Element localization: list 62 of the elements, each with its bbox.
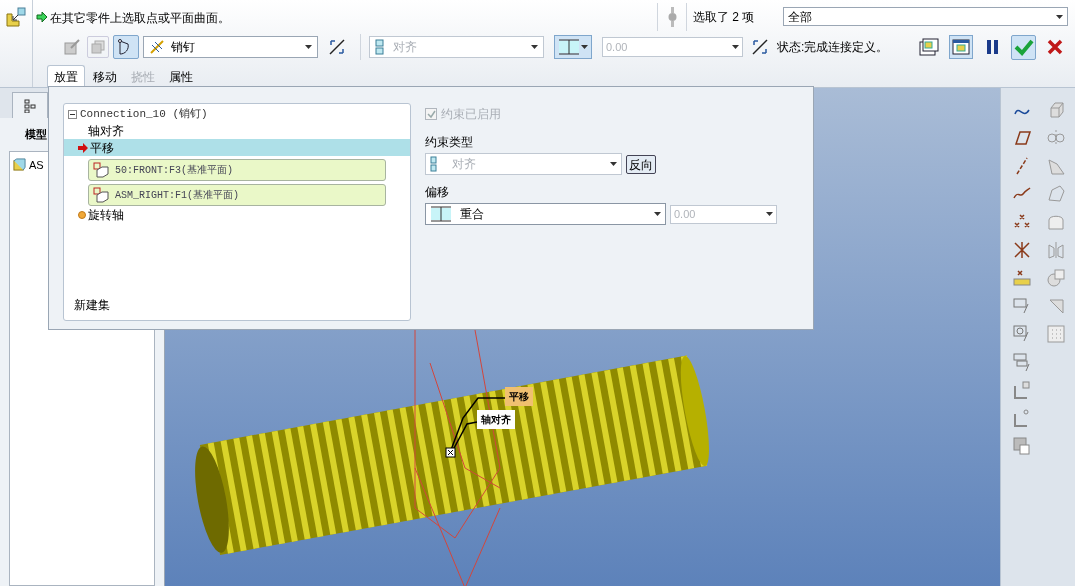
align-icon xyxy=(375,39,385,56)
confirm-icon[interactable] xyxy=(1011,34,1036,60)
coordinate-system-icon[interactable] xyxy=(1012,240,1032,260)
model-tree-tab[interactable] xyxy=(12,92,48,118)
prompt-message: 在其它零件上选取点或平面曲面。 xyxy=(50,10,230,27)
dropdown-arrow-icon xyxy=(610,162,617,166)
preview-icon[interactable] xyxy=(949,35,973,60)
selection-count: 选取了 2 项 xyxy=(693,8,756,26)
connection-icon[interactable] xyxy=(113,35,139,60)
new-set-link[interactable]: 新建集 xyxy=(64,296,410,320)
part-icon xyxy=(13,158,26,172)
pattern-icon[interactable] xyxy=(1046,324,1066,344)
pause-icon[interactable] xyxy=(987,40,999,55)
datum-plane-icon xyxy=(93,187,109,203)
arrow-icon xyxy=(36,10,48,23)
pin-icon xyxy=(149,39,165,56)
field-label: 约束类型 xyxy=(425,134,474,151)
collapse-toggle[interactable] xyxy=(68,109,77,119)
layer-icon[interactable] xyxy=(1012,436,1032,456)
constraint-item[interactable]: 轴对齐 xyxy=(64,122,410,139)
dropdown-arrow-icon xyxy=(305,45,312,50)
constraint-item[interactable]: 平移 xyxy=(64,139,410,156)
dot-icon xyxy=(78,210,86,219)
cancel-icon[interactable] xyxy=(1047,39,1063,56)
coincident-icon xyxy=(430,206,452,222)
flip-button[interactable]: 反向 xyxy=(626,154,656,174)
dropdown-arrow-icon xyxy=(581,45,588,50)
checkbox-label: 约束已启用 xyxy=(441,106,501,123)
reference-field[interactable]: 50:FRONT:F3(基准平面) xyxy=(88,159,386,181)
dropdown-arrow-icon xyxy=(766,212,773,216)
tree-item[interactable]: AS xyxy=(29,156,44,173)
tree-icon xyxy=(24,98,36,113)
dropdown-arrow-icon xyxy=(654,212,661,216)
tab[interactable]: 属性 xyxy=(163,67,199,87)
arrow-icon xyxy=(78,142,88,153)
align-icon xyxy=(430,156,438,172)
status-text: 状态:完成连接定义。 xyxy=(777,39,890,57)
copy-icon[interactable] xyxy=(87,36,109,59)
dropdown-arrow-icon xyxy=(1056,14,1063,19)
model-tree-title: 模型 xyxy=(25,127,47,142)
window-icon[interactable] xyxy=(919,38,939,57)
flip-icon[interactable] xyxy=(751,38,769,57)
coincident-icon xyxy=(558,39,580,56)
constraint-item[interactable]: 旋转轴 xyxy=(64,206,410,223)
flip-icon[interactable] xyxy=(328,38,346,57)
tab[interactable]: 放置 xyxy=(47,65,85,87)
callout-label: 轴对齐 xyxy=(477,410,515,429)
callout-label: 平移 xyxy=(505,387,533,406)
filter-dropdown[interactable]: 全部 xyxy=(783,7,1068,27)
connection-set-label[interactable]: Connection_10 (销钉) xyxy=(80,105,208,123)
field-label: 偏移 xyxy=(425,184,450,201)
offset-type-dropdown[interactable]: 重合 xyxy=(425,203,666,225)
reference-field[interactable]: ASM_RIGHT:F1(基准平面) xyxy=(88,184,386,206)
dropdown-arrow-icon xyxy=(531,45,538,50)
datum-plane-icon xyxy=(93,162,109,178)
connection-type-dropdown[interactable]: 销钉 xyxy=(143,36,318,59)
copy-arrow-icon[interactable] xyxy=(1012,352,1032,372)
offset-type-button[interactable] xyxy=(554,35,592,60)
dropdown-arrow-icon xyxy=(732,45,739,50)
plane-icon[interactable] xyxy=(1012,128,1032,148)
constraint-marker-icon xyxy=(445,447,456,458)
tab[interactable]: 移动 xyxy=(87,67,123,87)
